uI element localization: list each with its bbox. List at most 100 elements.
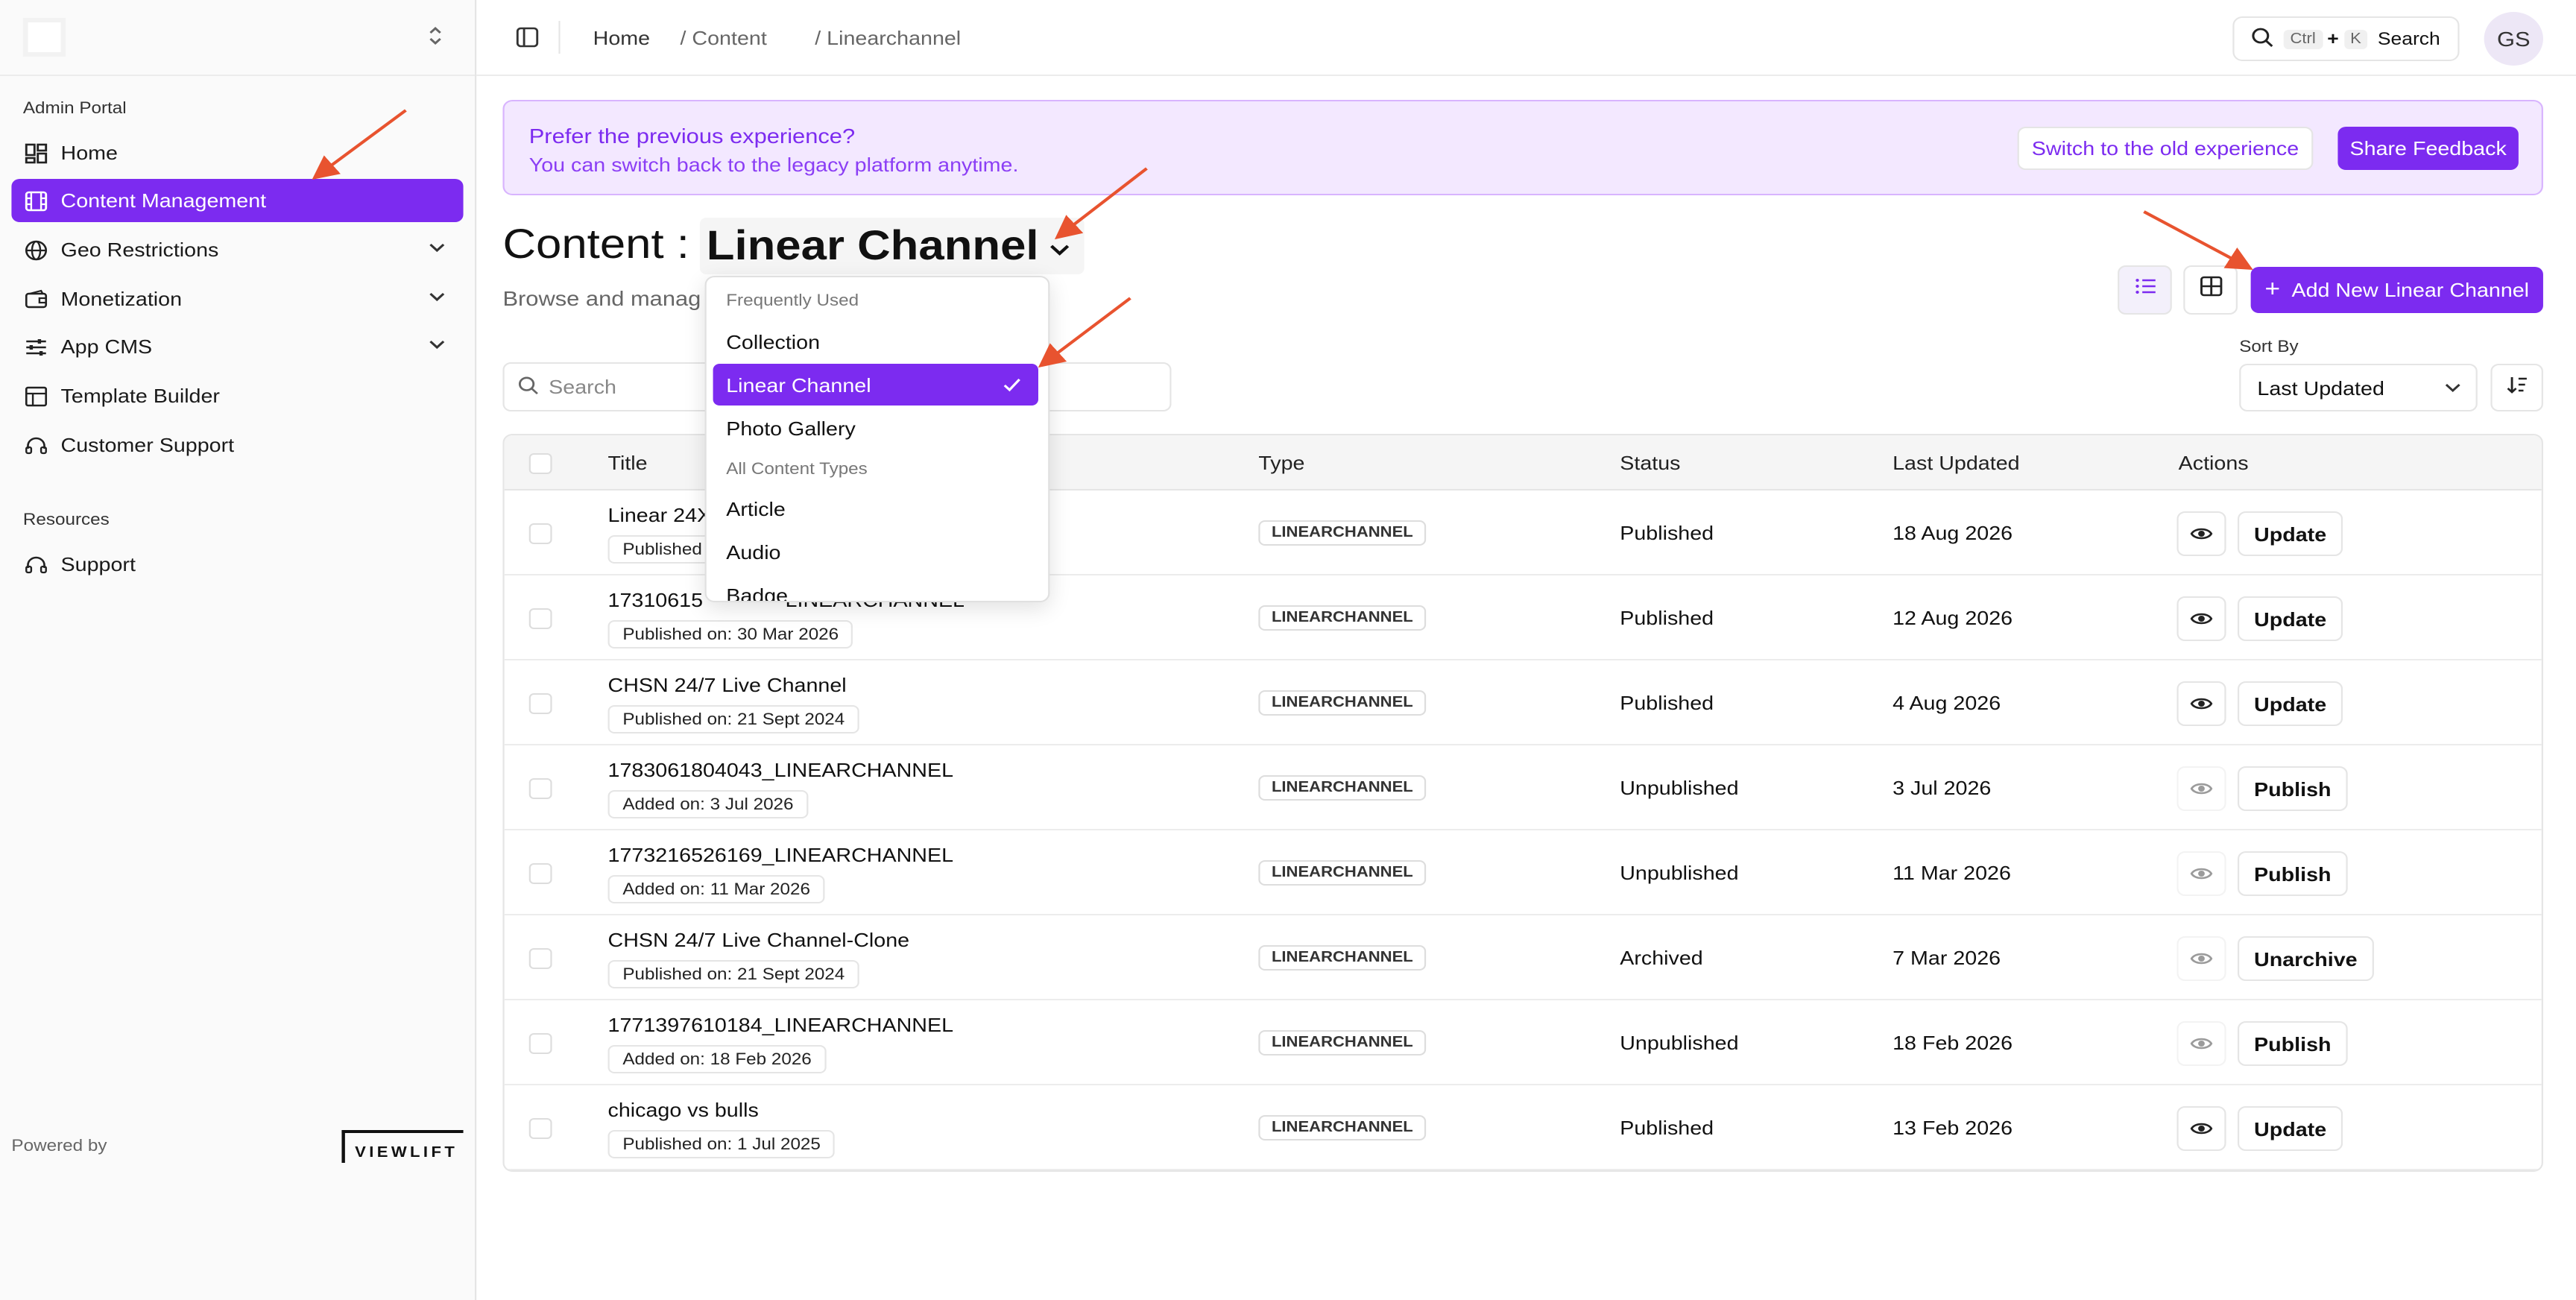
viewlift-logo: VIEWLIFT: [341, 1130, 464, 1163]
preview-eye-icon[interactable]: [2176, 936, 2226, 981]
table-row[interactable]: CHSN 24/7 Live Channel-Clone Published on…: [504, 915, 2542, 1000]
row-type-badge: LINEARCHANNEL: [1258, 520, 1427, 546]
column-header-type[interactable]: Type: [1258, 452, 1304, 474]
preview-eye-icon[interactable]: [2176, 1106, 2226, 1151]
sort-by-select[interactable]: Last Updated: [2239, 364, 2478, 411]
row-checkbox[interactable]: [528, 1033, 552, 1054]
add-button-label: Add New Linear Channel: [2291, 279, 2530, 301]
row-type-badge: LINEARCHANNEL: [1258, 1115, 1427, 1140]
row-checkbox[interactable]: [528, 608, 552, 629]
sidebar-item-template-builder[interactable]: Template Builder: [11, 374, 463, 417]
table-row[interactable]: chicago vs bulls Published on: 1 Jul 2025…: [504, 1085, 2542, 1170]
row-status: Unpublished: [1620, 1032, 1739, 1054]
row-date-badge: Published on: 21 Sept 2024: [607, 960, 860, 988]
preview-eye-icon[interactable]: [2176, 851, 2226, 896]
row-title[interactable]: Linear 24X: [608, 504, 712, 526]
row-title[interactable]: CHSN 24/7 Live Channel-Clone: [608, 929, 910, 951]
row-action-button[interactable]: Update: [2237, 511, 2343, 556]
preview-eye-icon[interactable]: [2176, 511, 2226, 556]
list-icon: [2133, 276, 2156, 304]
row-action-button[interactable]: Update: [2237, 596, 2343, 641]
row-checkbox[interactable]: [528, 778, 552, 799]
sidebar-item-app-cms[interactable]: App CMS: [11, 325, 463, 368]
chevron-down-icon[interactable]: [427, 288, 446, 310]
wallet-icon: [25, 288, 48, 309]
row-checkbox[interactable]: [528, 523, 552, 544]
banner-subtitle: You can switch back to the legacy platfo…: [528, 154, 1019, 176]
row-title[interactable]: 1771397610184_LINEARCHANNEL: [608, 1014, 954, 1036]
banner-title: Prefer the previous experience?: [528, 124, 856, 148]
chevron-down-icon[interactable]: [427, 335, 446, 358]
preview-eye-icon[interactable]: [2176, 766, 2226, 811]
share-feedback-button[interactable]: Share Feedback: [2337, 127, 2519, 170]
kbd-k: K: [2343, 29, 2368, 48]
row-checkbox[interactable]: [528, 1118, 552, 1139]
chevron-down-icon: [1049, 222, 1072, 270]
plus-icon: +: [2264, 277, 2281, 302]
sort-direction-button[interactable]: [2490, 364, 2543, 411]
preview-eye-icon[interactable]: [2176, 681, 2226, 726]
content-type-selector[interactable]: Linear Channel: [699, 218, 1085, 274]
row-action-button[interactable]: Publish: [2237, 766, 2348, 811]
column-header-last-updated[interactable]: Last Updated: [1892, 452, 2019, 474]
divider: [558, 21, 561, 54]
sidebar-item-customer-support[interactable]: Customer Support: [11, 423, 463, 467]
grid-view-button[interactable]: [2183, 265, 2238, 315]
row-action-button[interactable]: Update: [2237, 681, 2343, 726]
switch-old-experience-button[interactable]: Switch to the old experience: [2017, 127, 2314, 170]
add-new-linear-channel-button[interactable]: + Add New Linear Channel: [2250, 267, 2543, 313]
row-action-button[interactable]: Update: [2237, 1106, 2343, 1151]
row-date-badge: Published on: 21 Sept 2024: [607, 705, 860, 733]
row-action-button[interactable]: Publish: [2237, 851, 2348, 896]
table-row[interactable]: 1773216526169_LINEARCHANNEL Added on: 11 …: [504, 830, 2542, 915]
row-title[interactable]: 1783061804043_LINEARCHANNEL: [608, 759, 954, 781]
row-action-button[interactable]: Publish: [2237, 1021, 2348, 1066]
sidebar-item-content-management[interactable]: Content Management: [11, 179, 464, 222]
row-checkbox[interactable]: [528, 948, 552, 969]
row-date-badge: Published on: 1 Jul 2025: [607, 1130, 836, 1158]
grid-icon: [2199, 276, 2222, 304]
row-title[interactable]: chicago vs bulls: [608, 1099, 759, 1121]
global-search-button[interactable]: Ctrl + K Search: [2232, 16, 2460, 61]
table-row[interactable]: 1783061804043_LINEARCHANNEL Added on: 3 J…: [504, 745, 2542, 830]
column-header-status[interactable]: Status: [1620, 452, 1680, 474]
sidebar-item-support[interactable]: Support: [11, 543, 463, 586]
preview-eye-icon[interactable]: [2176, 1021, 2226, 1066]
breadcrumb-content[interactable]: / Content: [680, 27, 766, 49]
dropdown-item-collection[interactable]: Collection: [713, 321, 1038, 362]
sidebar-toggle-icon[interactable]: [516, 27, 539, 55]
app-root: Admin Portal Home Content Management Geo…: [0, 0, 2576, 1300]
sidebar-item-home[interactable]: Home: [11, 131, 463, 174]
dropdown-group-frequently-used: Frequently Used: [726, 292, 859, 310]
powered-by-label: Powered by: [11, 1138, 107, 1155]
table-row[interactable]: CHSN 24/7 Live Channel Published on: 21 S…: [504, 660, 2542, 745]
dropdown-item-photo-gallery[interactable]: Photo Gallery: [713, 407, 1038, 449]
row-type-badge: LINEARCHANNEL: [1258, 860, 1427, 886]
chevron-down-icon[interactable]: [427, 239, 446, 261]
preview-eye-icon[interactable]: [2176, 596, 2226, 641]
sidebar-header: [0, 0, 475, 76]
row-type-badge: LINEARCHANNEL: [1258, 945, 1427, 971]
row-title[interactable]: 1773216526169_LINEARCHANNEL: [608, 844, 954, 866]
list-view-button[interactable]: [2118, 265, 2172, 315]
row-checkbox[interactable]: [528, 863, 552, 884]
column-header-title[interactable]: Title: [608, 452, 648, 474]
sidebar-item-geo-restrictions[interactable]: Geo Restrictions: [11, 228, 463, 271]
dropdown-item-article[interactable]: Article: [713, 488, 1038, 529]
row-checkbox[interactable]: [528, 693, 552, 714]
dropdown-item-badge[interactable]: Badge: [713, 574, 1038, 601]
dropdown-item-audio[interactable]: Audio: [713, 531, 1038, 572]
breadcrumb-home[interactable]: Home: [593, 27, 650, 49]
select-all-checkbox[interactable]: [528, 453, 552, 474]
row-date-badge: Published on: 30 Mar 2026: [607, 620, 853, 649]
row-date-badge: Added on: 18 Feb 2026: [607, 1045, 827, 1073]
row-action-button[interactable]: Unarchive: [2237, 936, 2374, 981]
row-title[interactable]: CHSN 24/7 Live Channel: [608, 674, 847, 696]
row-title[interactable]: 17310615: [608, 589, 703, 611]
sidebar-item-monetization[interactable]: Monetization: [11, 277, 463, 321]
avatar[interactable]: GS: [2484, 12, 2543, 66]
workspace-switcher-icon[interactable]: [427, 24, 443, 49]
dropdown-item-linear-channel[interactable]: Linear Channel: [713, 364, 1038, 406]
table-row[interactable]: 1771397610184_LINEARCHANNEL Added on: 18 …: [504, 1000, 2542, 1085]
page-title-prefix: Content :: [502, 221, 689, 267]
